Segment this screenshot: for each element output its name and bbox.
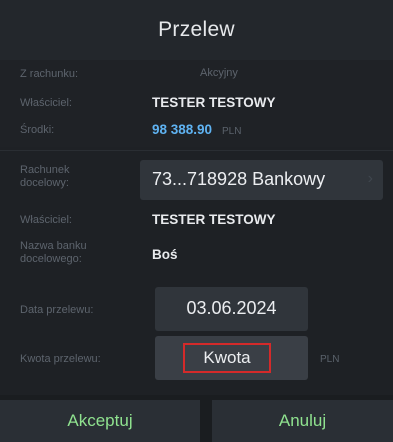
source-owner-value: TESTER TESTOWY — [152, 95, 276, 110]
destination-account-selector[interactable]: 73...718928 Bankowy › — [140, 160, 383, 200]
amount-placeholder: Kwota — [203, 348, 251, 367]
funds-amount: 98 388.90 — [152, 122, 213, 137]
destination-owner-label: Właściciel: — [20, 214, 72, 226]
amount-input-highlight[interactable]: Kwota — [183, 343, 271, 373]
section-divider — [0, 150, 393, 151]
destination-account-value: 73...718928 Bankowy — [152, 169, 326, 189]
date-value: 03.06.2024 — [186, 298, 277, 318]
bank-name-value: Boś — [152, 247, 178, 262]
funds-currency: PLN — [222, 126, 242, 137]
source-account-value: Akcyjny — [200, 67, 238, 79]
destination-account-label: Rachunek docelowy: — [20, 164, 70, 189]
amount-label: Kwota przelewu: — [20, 353, 101, 365]
bank-name-label: Nazwa banku docelowego: — [20, 240, 87, 265]
chevron-right-icon: › — [367, 170, 373, 187]
amount-currency: PLN — [320, 354, 340, 365]
page-title: Przelew — [158, 18, 235, 41]
accept-button[interactable]: Akceptuj — [0, 400, 200, 442]
header-bar: Przelew — [0, 0, 393, 60]
source-owner-label: Właściciel: — [20, 97, 72, 109]
amount-field[interactable]: Kwota — [155, 336, 308, 380]
cancel-button[interactable]: Anuluj — [212, 400, 393, 442]
funds-label: Środki: — [20, 124, 55, 136]
destination-owner-value: TESTER TESTOWY — [152, 212, 276, 227]
source-account-section: Z rachunku: Akcyjny Właściciel: TESTER T… — [0, 60, 393, 147]
date-field[interactable]: 03.06.2024 — [155, 287, 308, 331]
transfer-screen: Przelew Z rachunku: Akcyjny Właściciel: … — [0, 0, 393, 442]
source-account-label: Z rachunku: — [20, 68, 79, 80]
date-label: Data przelewu: — [20, 304, 94, 316]
